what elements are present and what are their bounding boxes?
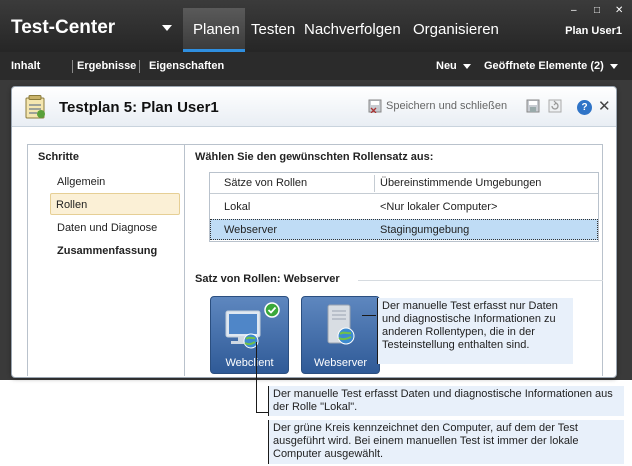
callout-leader-line bbox=[362, 315, 376, 316]
open-items-menu[interactable]: Geöffnete Elemente (2) bbox=[484, 60, 618, 72]
column-header-environments[interactable]: Übereinstimmende Umgebungen bbox=[380, 177, 541, 189]
client-computer-icon bbox=[225, 302, 280, 349]
steps-panel: Schritte Allgemein Rollen Daten und Diag… bbox=[28, 145, 185, 376]
role-set-detail-heading: Satz von Rollen: Webserver bbox=[195, 273, 340, 285]
new-menu[interactable]: Neu bbox=[436, 60, 471, 72]
role-set-cell: Webserver bbox=[224, 224, 277, 236]
tab-nachverfolgen[interactable]: Nachverfolgen bbox=[304, 21, 401, 38]
step-daten-und-diagnose[interactable]: Daten und Diagnose bbox=[52, 217, 182, 239]
role-set-heading: Wählen Sie den gewünschten Rollensatz au… bbox=[195, 151, 434, 163]
save-and-close-label: Speichern und schließen bbox=[386, 100, 508, 112]
current-user: Plan User1 bbox=[565, 25, 622, 37]
sub-navigation-bar: Inhalt Ergebnisse Eigenschaften Neu Geöf… bbox=[0, 52, 632, 80]
maximize-icon[interactable]: □ bbox=[594, 6, 600, 16]
open-items-label: Geöffnete Elemente (2) bbox=[484, 60, 604, 72]
environment-cell: <Nur lokaler Computer> bbox=[380, 201, 498, 213]
tab-planen[interactable]: Planen bbox=[193, 21, 240, 38]
app-title: Test-Center bbox=[11, 17, 116, 38]
server-icon bbox=[327, 304, 355, 345]
tab-organisieren[interactable]: Organisieren bbox=[413, 21, 499, 38]
table-row[interactable]: Lokal <Nur lokaler Computer> bbox=[210, 197, 598, 218]
test-plan-icon bbox=[25, 95, 45, 119]
save-close-icon bbox=[368, 99, 382, 113]
top-bar: Test-Center Planen Testen Nachverfolgen … bbox=[0, 0, 632, 52]
role-label: Webclient bbox=[225, 357, 274, 369]
callout-leader-line bbox=[256, 342, 257, 412]
table-row[interactable]: Webserver Stagingumgebung bbox=[210, 219, 598, 240]
help-icon[interactable]: ? bbox=[577, 100, 592, 115]
minimize-icon[interactable]: – bbox=[571, 6, 577, 16]
column-divider[interactable] bbox=[374, 175, 375, 192]
role-sets-table: Sätze von Rollen Übereinstimmende Umgebu… bbox=[209, 172, 599, 242]
app-dropdown-icon[interactable] bbox=[162, 25, 172, 31]
chevron-down-icon bbox=[609, 63, 618, 69]
step-rollen[interactable]: Rollen bbox=[50, 193, 180, 215]
subnav-divider bbox=[139, 60, 140, 73]
callout-other-roles: Der manuelle Test erfasst nur Daten und … bbox=[377, 298, 573, 364]
save-icon[interactable] bbox=[526, 99, 540, 113]
divider bbox=[358, 280, 603, 281]
step-allgemein[interactable]: Allgemein bbox=[52, 171, 182, 193]
window-header: Testplan 5: Plan User1 Speichern und sch… bbox=[12, 87, 616, 127]
callout-leader-line bbox=[256, 412, 268, 413]
refresh-icon[interactable] bbox=[548, 99, 562, 113]
subnav-inhalt[interactable]: Inhalt bbox=[11, 60, 40, 72]
column-header-role-sets[interactable]: Sätze von Rollen bbox=[224, 177, 307, 189]
subnav-eigenschaften[interactable]: Eigenschaften bbox=[149, 60, 224, 72]
role-tile-webserver[interactable]: Webserver bbox=[301, 296, 380, 374]
close-app-icon[interactable]: ✕ bbox=[615, 6, 623, 16]
role-label: Webserver bbox=[314, 357, 367, 369]
subnav-divider bbox=[72, 60, 73, 73]
callout-green-circle: Der grüne Kreis kennzeichnet den Compute… bbox=[268, 420, 624, 464]
role-set-cell: Lokal bbox=[224, 201, 251, 213]
new-menu-label: Neu bbox=[436, 60, 457, 72]
steps-heading: Schritte bbox=[38, 151, 79, 163]
environment-cell: Stagingumgebung bbox=[380, 224, 470, 236]
tab-testen[interactable]: Testen bbox=[251, 21, 295, 38]
subnav-ergebnisse[interactable]: Ergebnisse bbox=[77, 60, 136, 72]
callout-local-role: Der manuelle Test erfasst Daten und diag… bbox=[268, 386, 624, 416]
chevron-down-icon bbox=[462, 63, 471, 69]
close-icon[interactable]: ✕ bbox=[598, 97, 611, 115]
table-header: Sätze von Rollen Übereinstimmende Umgebu… bbox=[210, 173, 598, 194]
step-zusammenfassung[interactable]: Zusammenfassung bbox=[52, 240, 182, 262]
plan-title: Testplan 5: Plan User1 bbox=[59, 99, 219, 116]
save-and-close-button[interactable]: Speichern und schließen bbox=[368, 99, 508, 113]
role-tile-webclient[interactable]: Webclient bbox=[210, 296, 289, 374]
